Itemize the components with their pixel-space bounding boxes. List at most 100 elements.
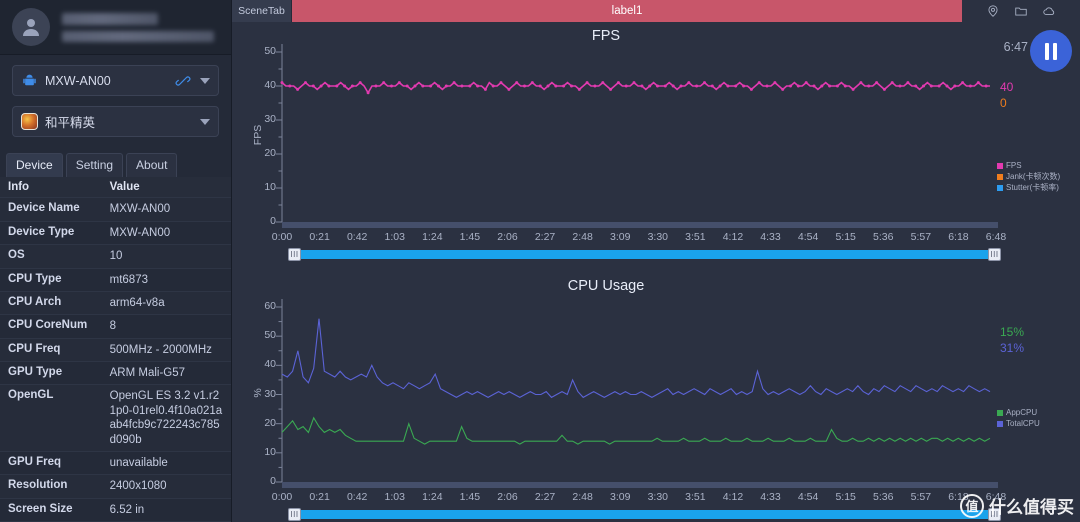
x-tick-label: 0:21 — [309, 231, 330, 243]
x-tick-label: 1:24 — [422, 231, 443, 243]
info-value: 500MHz - 2000MHz — [101, 338, 231, 363]
pause-bar-right — [1053, 42, 1057, 60]
selectors: MXW-AN00 和平精英 — [0, 55, 231, 151]
scene-tab[interactable]: SceneTab — [232, 0, 292, 22]
timeline-scrollbar[interactable] — [294, 510, 994, 519]
col-info: Info — [0, 177, 102, 199]
app-select[interactable]: 和平精英 — [12, 106, 219, 138]
x-tick-label: 0:00 — [271, 491, 293, 503]
scrollbar-handle-left[interactable]: III — [288, 248, 301, 261]
col-value: Value — [101, 177, 231, 199]
info-value: 6.52 in — [101, 498, 231, 522]
x-tick-label: 4:12 — [722, 231, 744, 243]
x-tick-label: 3:51 — [685, 491, 706, 503]
x-tick-label: 5:57 — [910, 491, 932, 503]
series-line — [281, 318, 991, 399]
table-row: CPU Arch arm64-v8a — [0, 291, 231, 316]
info-key: OpenGL — [0, 384, 102, 452]
x-tick-label: 2:48 — [572, 491, 593, 503]
device-select[interactable]: MXW-AN00 — [12, 65, 219, 97]
folder-icon[interactable] — [1014, 4, 1028, 18]
x-tick-label: 0:42 — [346, 491, 368, 503]
info-key: Resolution — [0, 474, 102, 499]
table-row: Resolution 2400x1080 — [0, 474, 231, 499]
app-root: MXW-AN00 和平精英 Device Setting About Info … — [0, 0, 1080, 522]
info-value: arm64-v8a — [101, 291, 231, 316]
app-select-label: 和平精英 — [45, 116, 96, 131]
scene-label-bar[interactable]: label1 — [292, 0, 962, 22]
info-value: 10 — [101, 244, 231, 269]
x-tick-label: 3:09 — [609, 231, 631, 243]
usb-link-icon[interactable] — [174, 73, 192, 89]
x-tick-label: 1:45 — [459, 231, 481, 243]
device-select-label: MXW-AN00 — [45, 73, 111, 88]
info-value: 2400x1080 — [101, 474, 231, 499]
info-key: CPU Type — [0, 268, 102, 292]
table-row: Device Name MXW-AN00 — [0, 197, 231, 222]
x-tick-label: 6:18 — [948, 491, 969, 503]
table-row: CPU CoreNum 8 — [0, 314, 231, 339]
scrollbar-handle-left[interactable]: III — [288, 508, 301, 521]
info-key: CPU Arch — [0, 291, 102, 316]
profile-header — [0, 0, 231, 56]
tab-about[interactable]: About — [126, 153, 178, 178]
profile-name-masked — [62, 12, 219, 42]
table-row: GPU Freq unavailable — [0, 451, 231, 476]
x-tick-label: 4:54 — [797, 491, 819, 503]
info-value: OpenGL ES 3.2 v1.r21p0-01rel0.4f10a021aa… — [101, 384, 231, 452]
table-row: OS 10 — [0, 244, 231, 269]
elapsed-timer: 6:47 — [1003, 40, 1028, 54]
info-key: Device Type — [0, 221, 102, 246]
masked-name-line-1 — [62, 12, 158, 25]
x-tick-label: 5:15 — [835, 491, 856, 503]
x-tick-label: 4:12 — [722, 491, 744, 503]
info-value: 8 — [101, 314, 231, 339]
table-header-row: Info Value — [0, 177, 231, 199]
x-tick-label: 5:15 — [835, 231, 856, 243]
android-icon — [21, 72, 38, 89]
x-tick-label: 3:30 — [647, 231, 668, 243]
info-value: unavailable — [101, 451, 231, 476]
series-line — [281, 81, 990, 95]
x-tick-label: 2:27 — [534, 491, 556, 503]
avatar — [12, 8, 50, 47]
x-tick-label: 6:18 — [948, 231, 969, 243]
info-key: OS — [0, 244, 102, 269]
chevron-down-icon[interactable] — [200, 118, 210, 125]
info-value: MXW-AN00 — [101, 197, 231, 222]
chart-fps: FPS FPS 0 10 20 30 40 50 0:00 0:21 0:42 1:03 1:24 1:4… — [232, 22, 1080, 272]
chart-cpu-usage: CPU Usage% 0 10 20 30 40 50 60 0:00 0:21 0:42 1:03 1… — [232, 272, 1080, 522]
info-key: GPU Freq — [0, 451, 102, 476]
table-row: OpenGL OpenGL ES 3.2 v1.r21p0-01rel0.4f10… — [0, 384, 231, 452]
x-tick-label: 2:48 — [572, 231, 593, 243]
tab-device[interactable]: Device — [6, 153, 63, 178]
x-tick-label: 4:33 — [760, 231, 781, 243]
info-key: CPU Freq — [0, 338, 102, 363]
tab-setting[interactable]: Setting — [65, 153, 124, 178]
person-icon — [23, 19, 39, 37]
x-tick-label: 5:57 — [910, 231, 932, 243]
x-tick-label: 3:30 — [647, 491, 668, 503]
x-tick-label: 0:21 — [309, 491, 330, 503]
info-key: GPU Type — [0, 361, 102, 386]
series-line — [281, 416, 991, 445]
location-pin-icon[interactable] — [986, 4, 1000, 18]
x-tick-label: 4:33 — [760, 491, 781, 503]
info-value: ARM Mali-G57 — [101, 361, 231, 386]
game-app-icon — [21, 113, 38, 131]
x-tick-label: 2:27 — [534, 231, 556, 243]
x-tick-label: 2:06 — [497, 231, 518, 243]
table-row: CPU Freq 500MHz - 2000MHz — [0, 338, 231, 363]
top-bar: SceneTab label1 — [232, 0, 1080, 22]
chart-plot-area — [276, 299, 998, 488]
x-tick-label: 5:36 — [873, 491, 894, 503]
pause-bar-left — [1045, 42, 1049, 60]
pause-button[interactable] — [1030, 30, 1072, 72]
cloud-icon[interactable] — [1042, 4, 1056, 18]
chevron-down-icon[interactable] — [200, 77, 210, 84]
sidebar-tabs: Device Setting About — [0, 151, 231, 178]
timeline-scrollbar[interactable] — [294, 250, 994, 259]
main-panel: SceneTab label1 FPS FPS 0 10 20 30 40 50 0:00 0:2… — [232, 0, 1080, 522]
x-tick-label: 3:09 — [609, 491, 631, 503]
x-tick-label: 4:54 — [797, 231, 819, 243]
